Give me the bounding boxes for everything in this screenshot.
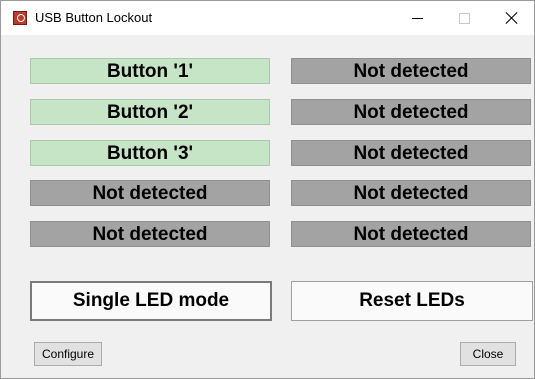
maximize-icon <box>459 13 470 24</box>
minimize-button[interactable] <box>394 1 440 35</box>
button-slot-left-3: Button '3' <box>30 140 270 166</box>
button-slot-left-4: Not detected <box>30 180 270 206</box>
button-slot-right-1: Not detected <box>291 58 531 84</box>
maximize-button[interactable] <box>441 1 487 35</box>
minimize-icon <box>412 18 423 19</box>
button-slot-right-2: Not detected <box>291 99 531 125</box>
close-icon <box>505 11 519 25</box>
button-slot-right-5: Not detected <box>291 221 531 247</box>
button-slot-left-2: Button '2' <box>30 99 270 125</box>
single-led-mode-button[interactable]: Single LED mode <box>30 281 272 321</box>
reset-leds-button[interactable]: Reset LEDs <box>291 281 533 321</box>
configure-button[interactable]: Configure <box>34 342 102 366</box>
window-title: USB Button Lockout <box>35 10 153 25</box>
button-slot-right-3: Not detected <box>291 140 531 166</box>
app-window: USB Button Lockout Button '1' Button '2'… <box>0 0 535 379</box>
button-slot-left-1: Button '1' <box>30 58 270 84</box>
close-button[interactable]: Close <box>460 342 516 366</box>
button-slot-left-5: Not detected <box>30 221 270 247</box>
title-bar[interactable]: USB Button Lockout <box>1 1 534 35</box>
close-window-button[interactable] <box>488 1 534 35</box>
button-slot-right-4: Not detected <box>291 180 531 206</box>
app-logo-icon <box>13 11 27 25</box>
